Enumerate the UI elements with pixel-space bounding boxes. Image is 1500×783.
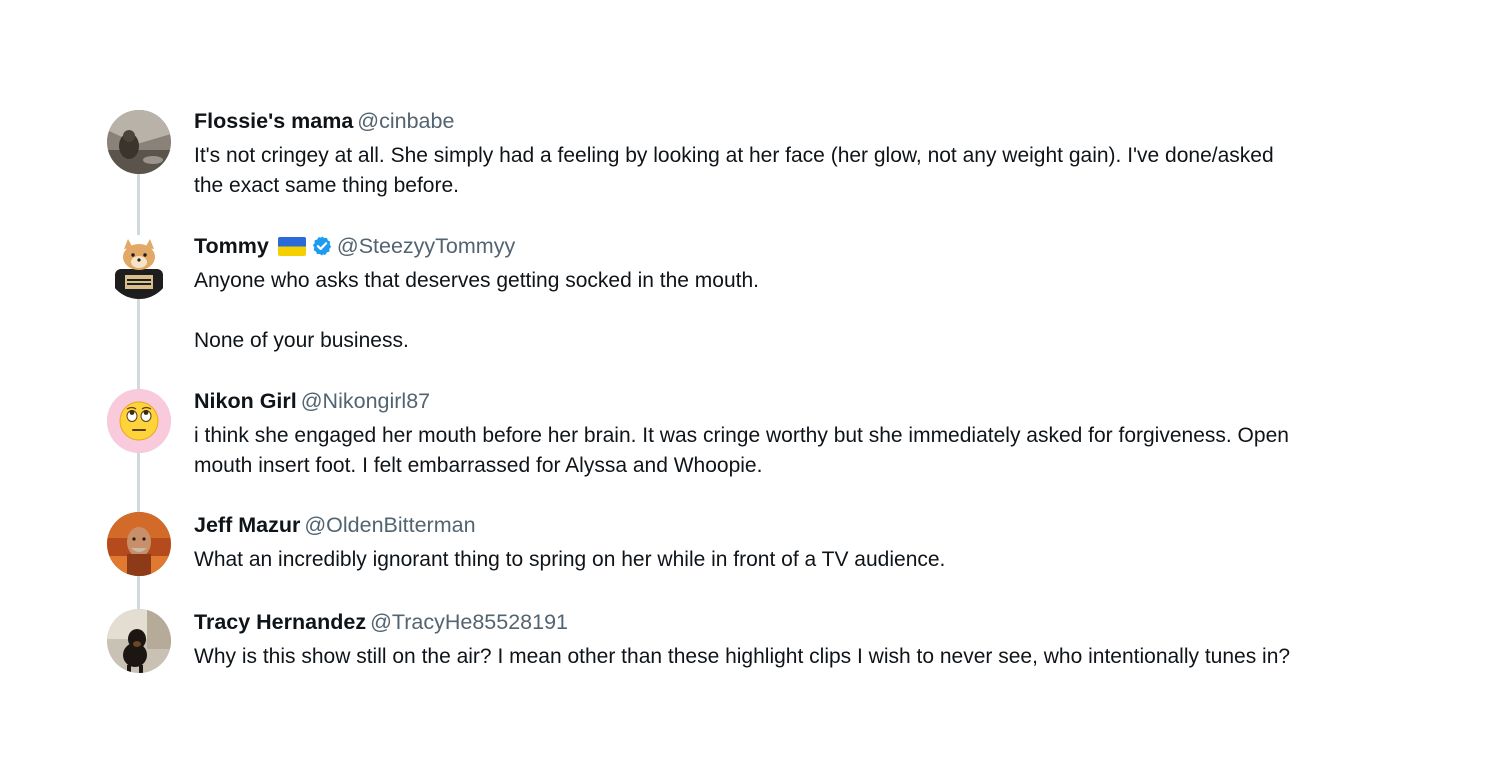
display-name[interactable]: Jeff Mazur: [194, 512, 300, 538]
post-text: i think she engaged her mouth before her…: [194, 424, 1289, 477]
avatar-image: [107, 110, 171, 174]
avatar-image: [107, 609, 171, 673]
avatar[interactable]: [107, 512, 171, 576]
post-header: Tracy Hernandez @TracyHe85528191: [194, 609, 1404, 635]
avatar[interactable]: [107, 389, 171, 453]
post-text: Anyone who asks that deserves getting so…: [194, 269, 760, 352]
post-content: Nikon Girl @Nikongirl87 i think she enga…: [194, 388, 1404, 481]
user-handle[interactable]: @cinbabe: [357, 108, 454, 134]
post-text: It's not cringey at all. She simply had …: [194, 144, 1274, 197]
display-name[interactable]: Tommy: [194, 233, 269, 259]
avatar[interactable]: [107, 110, 171, 174]
post-content: Flossie's mama @cinbabe It's not cringey…: [194, 108, 1404, 201]
avatar[interactable]: [107, 609, 171, 673]
user-handle[interactable]: @Nikongirl87: [301, 388, 430, 414]
avatar-image: [107, 235, 171, 299]
post-header: Flossie's mama @cinbabe: [194, 108, 1404, 134]
post-text: Why is this show still on the air? I mea…: [194, 645, 1291, 668]
ukraine-flag-icon: [277, 236, 306, 256]
post-header: Jeff Mazur @OldenBitterman: [194, 512, 1404, 538]
post-content: Tommy @SteezyyTommyy Anyone who asks tha…: [194, 233, 1404, 356]
display-name[interactable]: Nikon Girl: [194, 388, 297, 414]
avatar-image: [107, 512, 171, 576]
post-content: Jeff Mazur @OldenBitterman What an incre…: [194, 512, 1404, 575]
user-handle[interactable]: @SteezyyTommyy: [337, 233, 515, 259]
post-header: Tommy @SteezyyTommyy: [194, 233, 1404, 259]
verified-badge-icon[interactable]: [311, 235, 333, 257]
post-text: What an incredibly ignorant thing to spr…: [194, 548, 946, 571]
avatar[interactable]: [107, 235, 171, 299]
display-name[interactable]: Tracy Hernandez: [194, 609, 366, 635]
reply-thread: Flossie's mama @cinbabe It's not cringey…: [0, 0, 1500, 783]
avatar-image: [107, 389, 171, 453]
user-handle[interactable]: @TracyHe85528191: [370, 609, 568, 635]
post-header: Nikon Girl @Nikongirl87: [194, 388, 1404, 414]
display-name[interactable]: Flossie's mama: [194, 108, 353, 134]
user-handle[interactable]: @OldenBitterman: [304, 512, 475, 538]
post-content: Tracy Hernandez @TracyHe85528191 Why is …: [194, 609, 1404, 672]
